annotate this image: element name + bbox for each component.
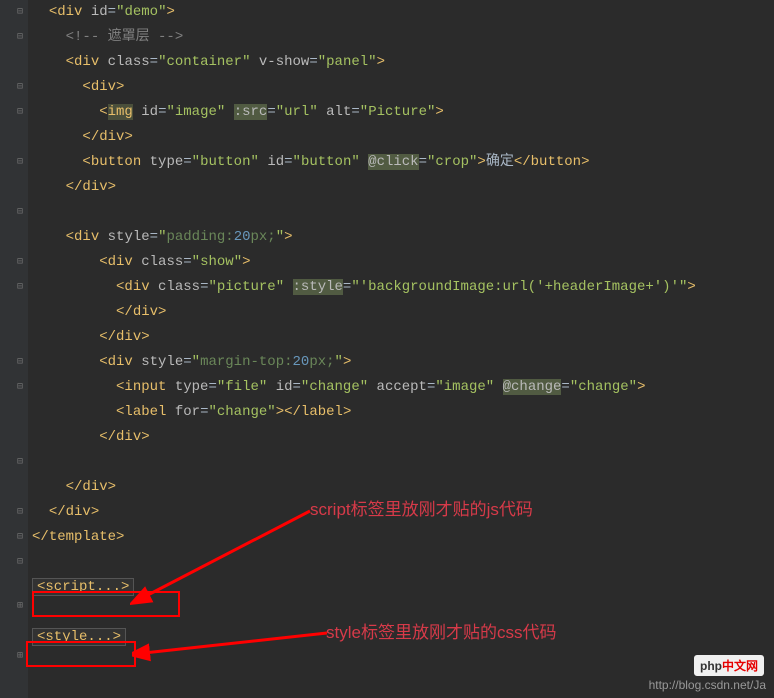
fold-open-icon[interactable]: ⊟: [14, 7, 26, 19]
code-line[interactable]: </template>: [32, 525, 772, 550]
code-line[interactable]: </div>: [32, 125, 772, 150]
logo-watermark: php中文网: [694, 655, 764, 676]
fold-collapsed-icon[interactable]: ⊞: [14, 651, 26, 663]
fold-close-icon[interactable]: ⊟: [14, 532, 26, 544]
code-line[interactable]: <input type="file" id="change" accept="i…: [32, 375, 772, 400]
annotation-style-note: style标签里放刚才贴的css代码: [326, 618, 556, 643]
fold-collapsed-icon[interactable]: ⊞: [14, 601, 26, 613]
code-line[interactable]: </div>: [32, 425, 772, 450]
fold-close-icon[interactable]: ⊟: [14, 457, 26, 469]
code-line[interactable]: [32, 200, 772, 225]
fold-open-icon[interactable]: ⊟: [14, 107, 26, 119]
code-line[interactable]: <label for="change"></label>: [32, 400, 772, 425]
fold-open-icon[interactable]: ⊟: [14, 257, 26, 269]
annotation-script-note: script标签里放刚才贴的js代码: [310, 495, 533, 520]
code-line[interactable]: </div>: [32, 325, 772, 350]
code-line[interactable]: <div class="show">: [32, 250, 772, 275]
code-line[interactable]: [32, 450, 772, 475]
fold-close-icon[interactable]: ⊟: [14, 507, 26, 519]
fold-close-icon[interactable]: ⊟: [14, 207, 26, 219]
annotation-box-style: [26, 641, 136, 667]
code-line[interactable]: </div>: [32, 300, 772, 325]
code-line[interactable]: <div style="margin-top:20px;">: [32, 350, 772, 375]
fold-open-icon[interactable]: ⊟: [14, 82, 26, 94]
fold-open-icon[interactable]: ⊟: [14, 32, 26, 44]
code-line[interactable]: [32, 550, 772, 575]
gutter: ⊟ ⊟ ⊟ ⊟ ⊟ ⊟ ⊟ ⊟ ⊟ ⊟ ⊟ ⊟ ⊟ ⊟ ⊞ ⊞: [0, 0, 28, 698]
code-line[interactable]: <div class="container" v-show="panel">: [32, 50, 772, 75]
url-watermark: http://blog.csdn.net/Ja: [649, 678, 766, 692]
code-line[interactable]: <button type="button" id="button" @click…: [32, 150, 772, 175]
code-line[interactable]: <div id="demo">: [32, 0, 772, 25]
code-line[interactable]: </div>: [32, 175, 772, 200]
code-editor[interactable]: <div id="demo"> <!-- 遮罩层 --> <div class=…: [32, 0, 772, 650]
code-line[interactable]: <!-- 遮罩层 -->: [32, 25, 772, 50]
fold-close-icon[interactable]: ⊟: [14, 357, 26, 369]
fold-close-icon[interactable]: ⊟: [14, 157, 26, 169]
code-line[interactable]: <div>: [32, 75, 772, 100]
fold-close-icon[interactable]: ⊟: [14, 557, 26, 569]
code-line[interactable]: <img id="image" :src="url" alt="Picture"…: [32, 100, 772, 125]
code-line[interactable]: <div class="picture" :style="'background…: [32, 275, 772, 300]
fold-open-icon[interactable]: ⊟: [14, 282, 26, 294]
code-line[interactable]: <div style="padding:20px;">: [32, 225, 772, 250]
annotation-box-script: [32, 591, 180, 617]
fold-open-icon[interactable]: ⊟: [14, 382, 26, 394]
